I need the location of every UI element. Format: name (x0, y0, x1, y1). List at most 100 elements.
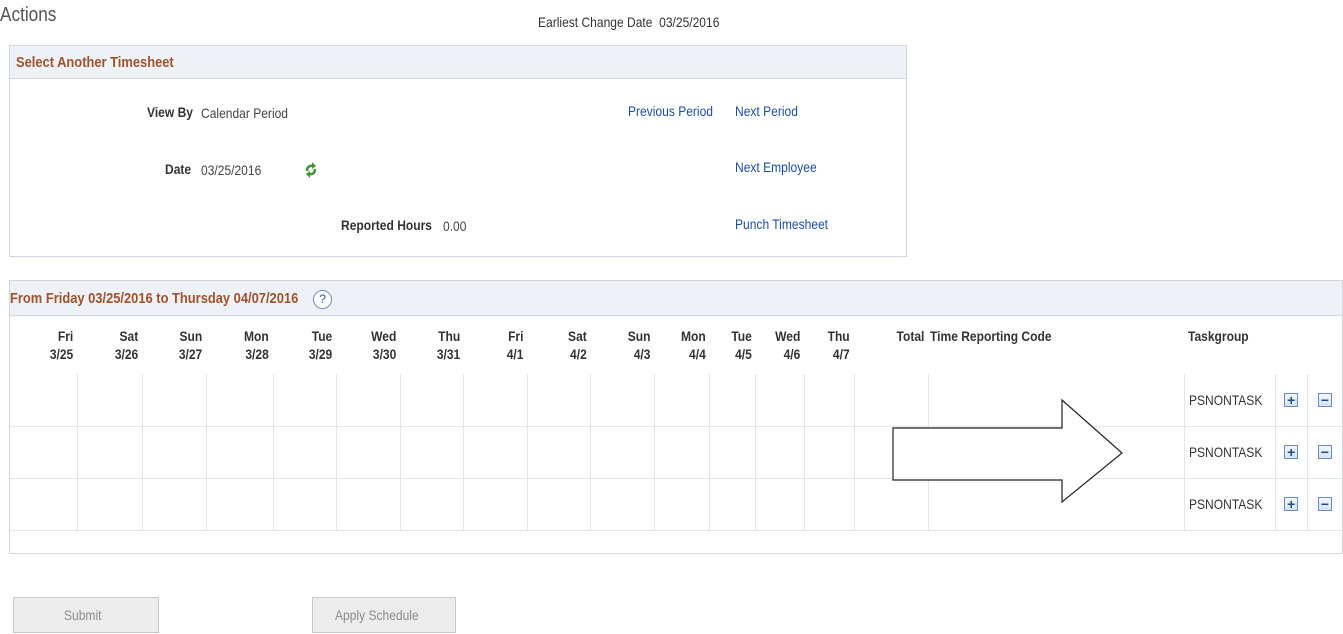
day-header: Sun 4/3 (627, 328, 651, 362)
hours-cell[interactable] (142, 426, 208, 479)
remove-column-header (1307, 316, 1342, 374)
day-header: Wed 3/30 (370, 328, 397, 362)
add-column-header (1275, 316, 1307, 374)
day-header: Tue 3/29 (309, 328, 333, 362)
day-header: Thu 3/31 (436, 328, 460, 362)
add-row-button[interactable]: + (1284, 445, 1299, 459)
hours-cell[interactable] (590, 426, 655, 479)
table-row: PSNONTASK + − (10, 426, 1342, 479)
hours-cell[interactable] (10, 426, 78, 479)
day-header: Thu 4/7 (828, 328, 851, 362)
hours-cell[interactable] (804, 478, 855, 531)
hours-cell[interactable] (709, 478, 757, 531)
hours-cell[interactable] (527, 426, 592, 479)
reported-hours-label: Reported Hours (341, 217, 432, 233)
hours-cell[interactable] (527, 478, 592, 531)
hours-cell[interactable] (709, 426, 757, 479)
select-timesheet-title: Select Another Timesheet (16, 54, 174, 71)
remove-row-cell: − (1307, 426, 1342, 479)
day-header: Wed 4/6 (775, 328, 801, 362)
hours-cell[interactable] (206, 374, 274, 427)
apply-schedule-button[interactable]: Apply Schedule (312, 597, 456, 633)
hours-cell[interactable] (654, 374, 711, 427)
hours-cell[interactable] (590, 478, 655, 531)
hours-cell[interactable] (336, 374, 401, 427)
taskgroup-cell: PSNONTASK (1184, 426, 1276, 479)
add-row-cell: + (1275, 374, 1308, 427)
add-row-cell: + (1275, 426, 1308, 479)
hours-cell[interactable] (336, 478, 401, 531)
earliest-change-label: Earliest Change Date (538, 14, 653, 30)
select-timesheet-header: Select Another Timesheet (10, 46, 906, 79)
hours-cell[interactable] (804, 426, 855, 479)
add-row-button[interactable]: + (1284, 392, 1299, 407)
hours-cell[interactable] (273, 478, 338, 531)
previous-period-link[interactable]: Previous Period (628, 103, 727, 119)
day-header: Mon 4/4 (681, 328, 706, 362)
hours-cell[interactable] (206, 478, 274, 531)
hours-cell[interactable] (654, 478, 711, 531)
delete-row-button[interactable]: − (1317, 445, 1332, 459)
time-reporting-code-cell[interactable] (928, 478, 1185, 531)
day-header: Fri 4/1 (506, 328, 524, 362)
timesheet-header-row: Fri 3/25 Sat 3/26 Sun 3/27 Mon 3/28 Tue 3/29 … (10, 316, 1342, 374)
hours-cell[interactable] (654, 426, 711, 479)
hours-cell[interactable] (463, 478, 528, 531)
hours-cell[interactable] (77, 374, 143, 427)
hours-cell[interactable] (804, 374, 855, 427)
day-header: Sun 3/27 (179, 328, 203, 362)
time-reporting-code-header: Time Reporting Code (929, 328, 1052, 344)
hours-cell[interactable] (142, 478, 208, 531)
total-cell (854, 478, 930, 531)
hours-cell[interactable] (336, 426, 401, 479)
help-icon[interactable]: ? (313, 289, 333, 309)
hours-cell[interactable] (206, 426, 274, 479)
select-another-timesheet-panel: Select Another Timesheet View By Calenda… (9, 45, 907, 257)
table-row: PSNONTASK + − (10, 478, 1342, 531)
day-header: Mon 3/28 (244, 328, 270, 362)
hours-cell[interactable] (527, 374, 592, 427)
next-period-link[interactable]: Next Period (735, 103, 808, 119)
time-reporting-code-cell[interactable] (928, 426, 1185, 479)
submit-button[interactable]: Submit (13, 597, 159, 633)
hours-cell[interactable] (10, 374, 78, 427)
reported-hours-value: 0.00 (443, 218, 467, 234)
view-by-value: Calendar Period (201, 105, 289, 121)
hours-cell[interactable] (400, 478, 465, 531)
hours-cell[interactable] (77, 478, 143, 531)
refresh-icon[interactable] (303, 161, 319, 179)
hours-cell[interactable] (755, 426, 805, 479)
date-label: Date (165, 161, 192, 177)
day-header: Sat 4/2 (567, 328, 587, 362)
remove-row-cell: − (1307, 478, 1342, 531)
hours-cell[interactable] (77, 426, 143, 479)
hours-cell[interactable] (142, 374, 208, 427)
timesheet-period-title: From Friday 03/25/2016 to Thursday 04/07… (10, 290, 299, 307)
hours-cell[interactable] (273, 426, 338, 479)
total-header: Total (896, 328, 925, 344)
hours-cell[interactable] (463, 374, 528, 427)
delete-row-button[interactable]: − (1317, 392, 1332, 407)
add-row-button[interactable]: + (1284, 497, 1299, 511)
hours-cell[interactable] (590, 374, 655, 427)
day-header: Tue 4/5 (731, 328, 752, 362)
table-row: PSNONTASK + − (10, 374, 1342, 427)
time-reporting-code-cell[interactable] (928, 374, 1185, 427)
total-cell (854, 426, 930, 479)
earliest-change-date: Earliest Change Date 03/25/2016 (538, 14, 749, 30)
delete-row-button[interactable]: − (1317, 497, 1332, 511)
hours-cell[interactable] (755, 478, 805, 531)
hours-cell[interactable] (463, 426, 528, 479)
hours-cell[interactable] (400, 374, 465, 427)
day-header: Sat 3/26 (114, 328, 139, 362)
hours-cell[interactable] (400, 426, 465, 479)
hours-cell[interactable] (755, 374, 805, 427)
timesheet-period-header: From Friday 03/25/2016 to Thursday 04/07… (10, 281, 1342, 316)
hours-cell[interactable] (10, 478, 78, 531)
hours-cell[interactable] (709, 374, 757, 427)
add-row-cell: + (1275, 478, 1308, 531)
timesheet-table: Fri 3/25 Sat 3/26 Sun 3/27 Mon 3/28 Tue 3/29 … (10, 316, 1342, 531)
hours-cell[interactable] (273, 374, 338, 427)
punch-timesheet-link[interactable]: Punch Timesheet (735, 216, 843, 232)
next-employee-link[interactable]: Next Employee (735, 159, 830, 175)
